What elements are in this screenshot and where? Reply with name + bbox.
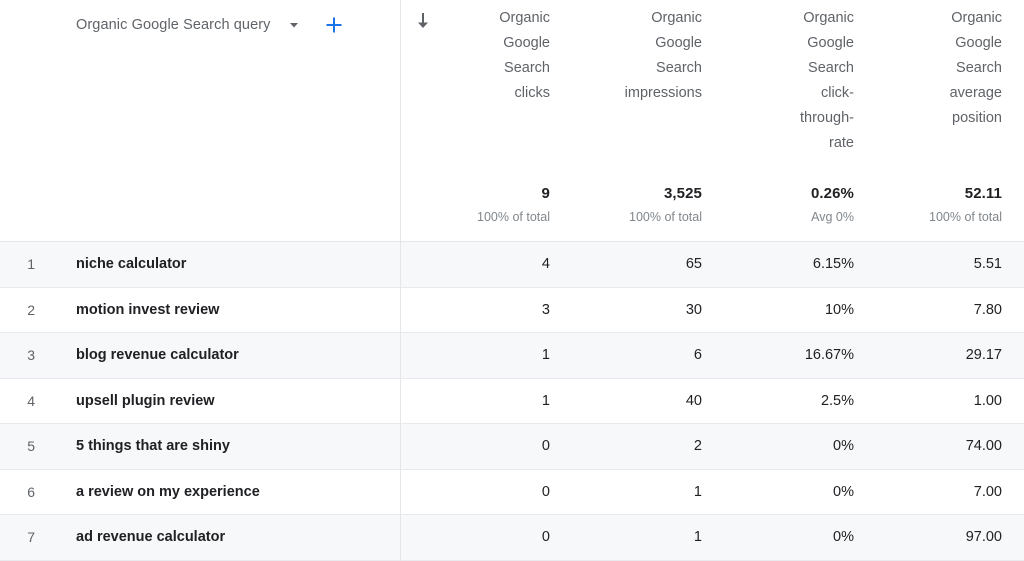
summary-position: 52.11 100% of total [876, 175, 1024, 241]
row-position: 97.00 [965, 529, 1002, 546]
row-metrics: 3 30 10% 7.80 [400, 302, 1024, 318]
summary-ctr-note: Avg 0% [811, 210, 854, 224]
summary-impressions-value: 3,525 [663, 185, 702, 202]
row-metrics: 0 2 0% 74.00 [400, 438, 1024, 454]
row-metrics: 4 65 6.15% 5.51 [400, 256, 1024, 272]
row-query[interactable]: a review on my experience [56, 484, 400, 500]
row-clicks: 4 [541, 256, 550, 273]
row-impressions: 30 [685, 301, 702, 318]
table-row[interactable]: 6 a review on my experience 0 1 0% 7.00 [0, 469, 1024, 515]
row-ctr: 0% [833, 529, 854, 546]
row-index: 7 [27, 529, 35, 546]
row-index: 4 [27, 392, 35, 409]
summary-impressions: 3,525 100% of total [572, 175, 724, 241]
summary-position-note: 100% of total [929, 210, 1002, 224]
table-row[interactable]: 5 5 things that are shiny 0 2 0% 74.00 [0, 424, 1024, 470]
row-ctr: 16.67% [804, 347, 854, 364]
metric-headers: Organic Google Search clicks Organic Goo… [400, 0, 1024, 156]
row-impressions: 40 [685, 392, 702, 409]
dimension-selector-label: Organic Google Search query [76, 16, 271, 33]
table-body: 1 niche calculator 4 65 6.15% 5.51 2 motion inv… [0, 242, 1024, 561]
row-metrics: 1 6 16.67% 29.17 [400, 347, 1024, 363]
summary-ctr: 0.26% Avg 0% [724, 175, 876, 241]
column-header-organic-google-search-clicks[interactable]: Organic Google Search clicks [446, 6, 572, 156]
row-ctr: 6.15% [812, 256, 854, 273]
row-clicks: 3 [541, 301, 550, 318]
summary-clicks: 9 100% of total [446, 175, 572, 241]
summary-row: 9 100% of total 3,525 100% of total 0.26… [0, 175, 1024, 242]
table-row[interactable]: 7 ad revenue calculator 0 1 0% 97.00 [0, 515, 1024, 561]
row-index: 3 [27, 347, 35, 364]
sort-indicator[interactable] [400, 6, 446, 156]
row-position: 5.51 [973, 256, 1002, 273]
row-index: 2 [27, 301, 35, 318]
row-clicks: 0 [541, 529, 550, 546]
row-index: 6 [27, 483, 35, 500]
row-index: 1 [27, 256, 35, 273]
row-index: 5 [27, 438, 35, 455]
row-impressions: 65 [685, 256, 702, 273]
row-query[interactable]: 5 things that are shiny [56, 438, 400, 454]
column-header-organic-google-search-impressions[interactable]: Organic Google Search impressions [572, 6, 724, 156]
row-metrics: 1 40 2.5% 1.00 [400, 393, 1024, 409]
arrow-down-icon [418, 13, 428, 28]
summary-metrics: 9 100% of total 3,525 100% of total 0.26… [400, 175, 1024, 241]
summary-sort-spacer [400, 175, 446, 241]
table-row[interactable]: 2 motion invest review 3 30 10% 7.80 [0, 287, 1024, 333]
row-position: 1.00 [973, 392, 1002, 409]
table-row[interactable]: 3 blog revenue calculator 1 6 16.67% 29.17 [0, 333, 1024, 379]
row-position: 7.80 [973, 301, 1002, 318]
row-clicks: 1 [541, 347, 550, 364]
summary-ctr-value: 0.26% [810, 185, 854, 202]
row-impressions: 6 [693, 347, 702, 364]
row-position: 29.17 [965, 347, 1002, 364]
table-header: Organic Google Search query Organic Goog… [0, 0, 1024, 175]
row-query[interactable]: blog revenue calculator [56, 347, 400, 363]
row-impressions: 2 [693, 438, 702, 455]
table-row[interactable]: 4 upsell plugin review 1 40 2.5% 1.00 [0, 378, 1024, 424]
row-clicks: 1 [541, 392, 550, 409]
dimension-selector[interactable]: Organic Google Search query [0, 0, 400, 40]
row-metrics: 0 1 0% 7.00 [400, 484, 1024, 500]
summary-position-value: 52.11 [964, 185, 1002, 202]
row-clicks: 0 [541, 438, 550, 455]
row-query[interactable]: niche calculator [56, 256, 400, 272]
row-position: 7.00 [973, 483, 1002, 500]
summary-dimension-cell [0, 175, 400, 241]
row-impressions: 1 [693, 529, 702, 546]
table-row[interactable]: 1 niche calculator 4 65 6.15% 5.51 [0, 242, 1024, 288]
row-ctr: 0% [833, 483, 854, 500]
row-ctr: 10% [824, 301, 854, 318]
column-header-organic-google-search-average-position[interactable]: Organic Google Search average position [876, 6, 1024, 156]
column-header-organic-google-search-click-through-rate[interactable]: Organic Google Search click- through- ra… [724, 6, 876, 156]
dimension-metric-divider [400, 0, 401, 561]
row-ctr: 0% [833, 438, 854, 455]
row-ctr: 2.5% [820, 392, 854, 409]
row-query[interactable]: motion invest review [56, 302, 400, 318]
plus-icon[interactable] [323, 14, 345, 36]
row-impressions: 1 [693, 483, 702, 500]
summary-clicks-value: 9 [541, 185, 550, 202]
row-clicks: 0 [541, 483, 550, 500]
summary-impressions-note: 100% of total [629, 210, 702, 224]
row-query[interactable]: upsell plugin review [56, 393, 400, 409]
row-query[interactable]: ad revenue calculator [56, 529, 400, 545]
summary-clicks-note: 100% of total [477, 210, 550, 224]
row-metrics: 0 1 0% 97.00 [400, 529, 1024, 545]
organic-search-query-report: Organic Google Search query Organic Goog… [0, 0, 1024, 561]
row-position: 74.00 [965, 438, 1002, 455]
chevron-down-icon[interactable] [285, 16, 303, 34]
